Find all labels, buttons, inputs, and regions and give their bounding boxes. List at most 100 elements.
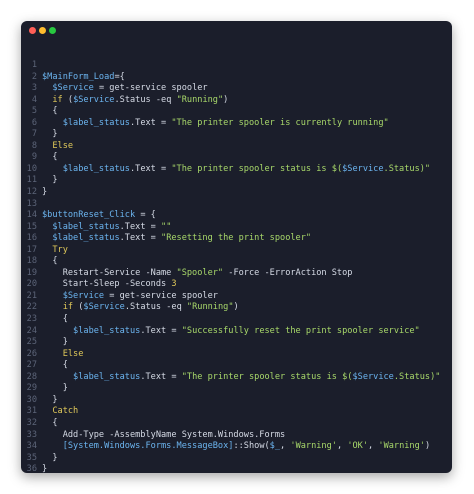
code-token: Else xyxy=(62,348,84,359)
code-line: 26 Else xyxy=(21,349,452,361)
code-token: "" xyxy=(161,221,172,232)
line-number: 20 xyxy=(26,279,37,290)
code-token: , xyxy=(368,441,379,452)
code-token: $MainForm_Load xyxy=(42,71,115,82)
code-token: $label_status xyxy=(52,233,120,244)
line-number: 27 xyxy=(26,360,37,371)
line-number: 8 xyxy=(31,140,37,151)
line-number: 30 xyxy=(26,394,37,405)
code-token: Try xyxy=(52,244,68,255)
code-line: 23 { xyxy=(21,314,452,326)
line-number: 10 xyxy=(26,163,37,174)
code-token: $Service xyxy=(73,94,115,105)
line-number: 16 xyxy=(26,233,37,244)
code-token: ={ xyxy=(114,71,125,82)
code-token: $label_status xyxy=(52,221,120,232)
code-token: } xyxy=(42,452,58,463)
line-number: 26 xyxy=(26,348,37,359)
line-number: 13 xyxy=(26,198,37,209)
line-number: 28 xyxy=(26,371,37,382)
line-number: 15 xyxy=(26,221,37,232)
code-token: Start-Sleep -Seconds xyxy=(42,279,172,290)
line-number: 32 xyxy=(26,417,37,428)
code-token: = { xyxy=(135,210,156,221)
code-line: 3 $Service = get-service spooler xyxy=(21,83,452,95)
code-token: { xyxy=(42,256,58,267)
line-number: 36 xyxy=(26,464,37,473)
code-token: ::Show( xyxy=(233,441,270,452)
line-number: 2 xyxy=(31,71,37,82)
code-token: Else xyxy=(52,140,74,151)
line-number: 23 xyxy=(26,314,37,325)
code-token: $buttonReset_Click xyxy=(42,210,136,221)
line-number: 21 xyxy=(26,290,37,301)
line-number: 12 xyxy=(26,187,37,198)
code-token: $label_status xyxy=(73,371,141,382)
code-token: "Running" xyxy=(176,94,224,105)
line-number: 11 xyxy=(26,175,37,186)
code-line: 30 } xyxy=(21,395,452,407)
code-line: 35 } xyxy=(21,453,452,465)
code-token: 'Warning' xyxy=(290,441,337,452)
code-token: { xyxy=(42,152,58,163)
code-line: 14 $buttonReset_Click = { xyxy=(21,210,452,222)
code-token: { xyxy=(42,360,68,371)
code-line: 10 $label_status.Text = "The printer spo… xyxy=(21,164,452,176)
line-number: 25 xyxy=(26,337,37,348)
minimize-window-button[interactable] xyxy=(39,27,46,34)
code-token: $Service xyxy=(83,302,125,313)
maximize-window-button[interactable] xyxy=(49,27,56,34)
code-line: 2 $MainForm_Load={ xyxy=(21,72,452,84)
line-number: 22 xyxy=(26,302,37,313)
code-line: 1 xyxy=(21,60,452,72)
code-token: ) xyxy=(223,94,229,105)
code-token: $Service xyxy=(52,83,94,94)
code-block[interactable]: 1 2 $MainForm_Load={3 $Service = get-servi… xyxy=(21,60,452,473)
code-token: "The printer spooler status is $( xyxy=(171,163,343,174)
code-line: 28 $label_status.Text = "The printer spo… xyxy=(21,372,452,384)
code-line: 34 [System.Windows.Forms.MessageBox]::Sh… xyxy=(21,441,452,453)
code-token: .Text = xyxy=(140,371,182,382)
code-token: .Text = xyxy=(119,221,162,232)
line-number: 31 xyxy=(26,406,37,417)
code-line: 33 Add-Type -AssemblyName System.Windows… xyxy=(21,430,452,442)
code-token: = get-service spooler xyxy=(93,83,208,94)
code-line: 24 $label_status.Text = "Successfully re… xyxy=(21,326,452,338)
code-token: } xyxy=(42,175,58,186)
line-number: 1 xyxy=(31,60,37,70)
code-token: if xyxy=(52,94,63,105)
code-line: 15 $label_status.Text = "" xyxy=(21,222,452,234)
code-line: 29 } xyxy=(21,383,452,395)
code-token: .Text = xyxy=(119,233,162,244)
code-token: .Status -eq xyxy=(124,302,187,313)
code-token: } xyxy=(42,187,48,198)
line-number: 9 xyxy=(31,152,37,163)
window-titlebar xyxy=(21,21,452,41)
code-token: Restart-Service -Name xyxy=(42,267,177,278)
code-token: ( xyxy=(73,302,84,313)
code-token: } xyxy=(42,337,68,348)
close-window-button[interactable] xyxy=(29,27,36,34)
line-number: 17 xyxy=(26,244,37,255)
code-token: 3 xyxy=(171,279,177,290)
code-line: 32 { xyxy=(21,418,452,430)
code-token: ) xyxy=(233,302,239,313)
code-window: 1 2 $MainForm_Load={3 $Service = get-servi… xyxy=(21,21,452,473)
code-line: 36} xyxy=(21,464,452,473)
line-number: 4 xyxy=(31,94,37,105)
code-token: = get-service spooler xyxy=(104,290,218,301)
code-token: $label_status xyxy=(62,163,130,174)
code-line: 12} xyxy=(21,187,452,199)
